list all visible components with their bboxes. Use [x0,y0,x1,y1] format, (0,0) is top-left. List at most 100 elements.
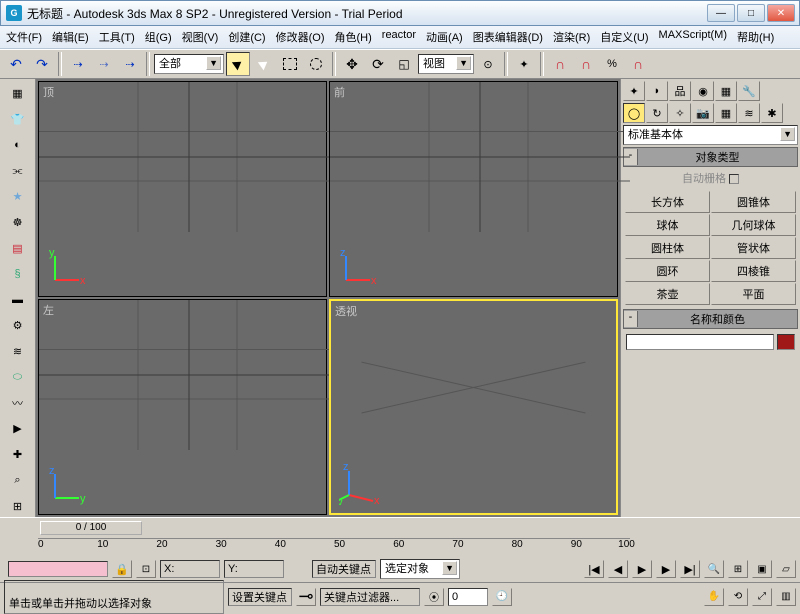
menu-edit[interactable]: 编辑(E) [52,29,89,45]
autokey-button[interactable]: 自动关键点 [312,560,376,578]
next-frame-button[interactable] [656,560,676,578]
play-button[interactable] [632,560,652,578]
reactor-star-icon[interactable]: ★ [4,186,32,208]
subtab-cameras[interactable]: 📷 [692,103,714,123]
reactor-analyze-icon[interactable]: ⌕ [4,469,32,491]
menu-help[interactable]: 帮助(H) [737,29,774,45]
viewport-left[interactable]: 左 yz [38,299,327,515]
menu-character[interactable]: 角色(H) [335,29,372,45]
btn-pyramid[interactable]: 四棱锥 [711,260,796,282]
current-frame-field[interactable]: 0 [448,588,488,606]
goto-end-button[interactable] [680,560,700,578]
autogrid-check[interactable]: 自动栅格 [623,169,798,187]
tab-motion[interactable]: ◉ [692,81,714,101]
menu-rendering[interactable]: 渲染(R) [553,29,590,45]
reactor-spring-icon[interactable]: § [4,263,32,285]
key-mode-button[interactable]: ⦿ [424,588,444,606]
btn-plane[interactable]: 平面 [711,283,796,305]
menu-reactor[interactable]: reactor [382,29,416,45]
close-button[interactable]: ✕ [767,4,795,22]
viewport-front[interactable]: 前 xz [329,81,618,297]
bind-button[interactable] [118,52,142,76]
nav-zoom-button[interactable]: 🔍 [704,560,724,578]
manip-button[interactable]: ✦ [512,52,536,76]
viewport-perspective[interactable]: 透视 x z y [329,299,618,515]
reactor-plane-icon[interactable]: ▬ [4,289,32,311]
selection-filter-combo[interactable]: 全部 [154,54,224,74]
menu-modifiers[interactable]: 修改器(O) [276,29,325,45]
tab-display[interactable]: ▦ [715,81,737,101]
link-button[interactable] [66,52,90,76]
btn-tube[interactable]: 管状体 [711,237,796,259]
reactor-motor-icon[interactable]: ⚙ [4,315,32,337]
setkey-button[interactable]: 设置关键点 [228,588,292,606]
key-target-combo[interactable]: 选定对象 [380,559,460,579]
tab-hierarchy[interactable]: 品 [669,81,691,101]
subtab-systems[interactable]: ✱ [761,103,783,123]
reactor-water-icon[interactable]: ⬭ [4,366,32,388]
subtab-lights[interactable]: ✧ [669,103,691,123]
tab-modify[interactable]: ◗ [646,81,668,101]
btn-sphere[interactable]: 球体 [625,214,710,236]
percent-snap-button[interactable]: % [600,52,624,76]
menu-group[interactable]: 组(G) [145,29,172,45]
lock-button[interactable] [112,560,132,578]
subtab-helpers[interactable]: ▦ [715,103,737,123]
select-by-name-button[interactable] [252,52,276,76]
menu-views[interactable]: 视图(V) [182,29,219,45]
ref-coord-combo[interactable]: 视图 [418,54,474,74]
reactor-chain-icon[interactable]: ⫘ [4,160,32,182]
listener-mini[interactable] [8,561,108,577]
y-field[interactable]: Y: [224,560,284,578]
reactor-wind-icon[interactable]: ≋ [4,341,32,363]
viewport-top[interactable]: 顶 xy [38,81,327,297]
minimize-button[interactable]: — [707,4,735,22]
btn-teapot[interactable]: 茶壶 [625,283,710,305]
reactor-rope-icon[interactable]: 〰 [4,392,32,414]
menu-tools[interactable]: 工具(T) [99,29,135,45]
menu-grapheditors[interactable]: 图表编辑器(D) [473,29,543,45]
reactor-ball-icon[interactable]: ◐ [4,135,32,157]
key-filters-button[interactable]: 关键点过滤器... [320,588,420,606]
unlink-button[interactable] [92,52,116,76]
nav-fov-button[interactable]: ▱ [776,560,796,578]
time-slider[interactable]: 0 / 100 [40,521,142,535]
pivot-button[interactable]: ⊙ [476,52,500,76]
angle-snap-button[interactable] [574,52,598,76]
nav-extra-button[interactable]: ▥ [776,588,796,606]
menu-customize[interactable]: 自定义(U) [600,29,648,45]
prev-frame-button[interactable] [608,560,628,578]
object-color-swatch[interactable] [777,334,795,350]
reactor-wheel-icon[interactable]: ☸ [4,212,32,234]
subtab-spacewarps[interactable]: ≋ [738,103,760,123]
menu-maxscript[interactable]: MAXScript(M) [659,29,727,45]
time-config-button[interactable]: 🕘 [492,588,512,606]
rect-region-button[interactable] [278,52,302,76]
scale-button[interactable] [392,52,416,76]
btn-torus[interactable]: 圆环 [625,260,710,282]
menu-animation[interactable]: 动画(A) [426,29,463,45]
reactor-car-icon[interactable]: ▤ [4,238,32,260]
nav-minmax-button[interactable]: ⤢ [752,588,772,606]
rotate-button[interactable] [366,52,390,76]
x-field[interactable]: X: [160,560,220,578]
move-button[interactable] [340,52,364,76]
spinner-snap-button[interactable] [626,52,650,76]
goto-start-button[interactable] [584,560,604,578]
tab-utilities[interactable]: 🔧 [738,81,760,101]
btn-geosphere[interactable]: 几何球体 [711,214,796,236]
btn-cone[interactable]: 圆锥体 [711,191,796,213]
object-name-input[interactable] [626,334,774,350]
reactor-create-icon[interactable]: ✚ [4,444,32,466]
select-button[interactable] [226,52,250,76]
snap-button[interactable] [548,52,572,76]
subtab-shapes[interactable]: ↻ [646,103,668,123]
geometry-category-combo[interactable]: 标准基本体 [623,125,798,145]
maximize-button[interactable]: □ [737,4,765,22]
rollout-name-color[interactable]: - 名称和颜色 [623,309,798,329]
btn-cylinder[interactable]: 圆柱体 [625,237,710,259]
reactor-cube-icon[interactable]: ▦ [4,83,32,105]
menu-file[interactable]: 文件(F) [6,29,42,45]
btn-box[interactable]: 长方体 [625,191,710,213]
undo-button[interactable] [4,52,28,76]
